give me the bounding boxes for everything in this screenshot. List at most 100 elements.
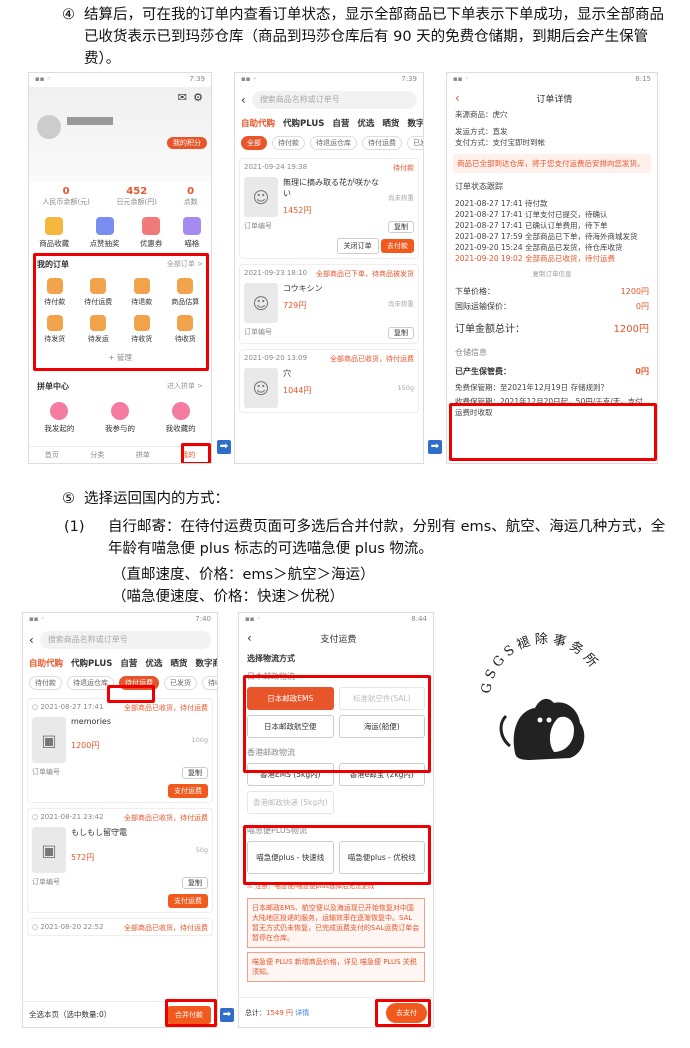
- step4-marker: ④: [62, 7, 75, 23]
- message-icon[interactable]: ✉: [178, 91, 187, 104]
- copy-button[interactable]: 复制: [388, 221, 414, 233]
- quick-cat[interactable]: 喵格: [182, 217, 201, 249]
- balance-stats: 0 人民币余额(元) 452 日元余额(円) 0 点数: [29, 182, 211, 211]
- tab-featured[interactable]: 优选: [357, 117, 374, 129]
- tab-self-purchase[interactable]: 自助代购: [241, 117, 275, 129]
- product-thumbnail[interactable]: ▣: [32, 827, 66, 873]
- status-bar: ▪▪ ◦ 7:39: [35, 75, 205, 83]
- arrow-right-icon: ➡: [217, 440, 231, 454]
- storage-title: 仓储信息: [455, 348, 487, 357]
- highlight-storage-fee: [449, 403, 657, 461]
- subtab-unpaid[interactable]: 待付款: [272, 136, 305, 150]
- copy-button[interactable]: 复制: [388, 327, 414, 339]
- tab-showcase[interactable]: 晒货: [170, 657, 187, 669]
- step5-note2: （喵急便速度、价格：快速＞优税）: [112, 589, 344, 605]
- product-thumbnail[interactable]: ☺: [244, 368, 278, 408]
- avatar[interactable]: [37, 115, 61, 139]
- highlight-merge-pay: [165, 999, 217, 1027]
- copy-order-info[interactable]: 复制订单信息: [447, 268, 657, 278]
- nav-category[interactable]: 分类: [90, 450, 104, 460]
- tab-showcase[interactable]: 晒货: [382, 117, 399, 129]
- back-icon[interactable]: ‹: [241, 93, 246, 107]
- group-favorites[interactable]: 我收藏的: [166, 402, 196, 434]
- quick-lottery[interactable]: 点赞抽奖: [90, 217, 120, 249]
- tab-featured[interactable]: 优选: [145, 657, 162, 669]
- pay-method: 支付方式：支付宝即时到帐: [455, 138, 545, 147]
- notice-box-2: 喵急便 PLUS 新增商品价格，详见 喵急便 PLUS 关税须知。: [247, 952, 425, 982]
- gsgs-logo-stamp: G S G S 褪 除 事 务 所: [470, 628, 620, 778]
- stat-points: 0 点数: [183, 186, 198, 206]
- order-card: ○ 2021-08-21 23:42 全部商品已收货，待付运费 ▣ もしもし留守電…: [27, 808, 213, 913]
- nav-group[interactable]: 拼单: [136, 450, 150, 460]
- quick-favorites[interactable]: 商品收藏: [39, 217, 69, 249]
- subtab-all[interactable]: 全部: [241, 136, 267, 150]
- search-input[interactable]: 搜索商品名称或订单号: [251, 91, 417, 109]
- tab-digital[interactable]: 数字商: [407, 117, 423, 129]
- track-item: 2021-08-27 17:41 订单支付已提交，待确认: [455, 210, 608, 219]
- track-list: 2021-08-27 17:41 待付款 2021-08-27 17:41 订单…: [447, 198, 657, 264]
- profile-header: ⚙ ✉ 我的积分: [29, 87, 211, 182]
- subtab-return[interactable]: 待退运仓库: [310, 136, 357, 150]
- pay-shipping-button[interactable]: 支付运费: [168, 894, 208, 908]
- status-bar: ▪▪ ◦ 8:44: [245, 615, 427, 623]
- arrow-right-icon: ➡: [220, 1008, 234, 1022]
- subtab-shipping-fee[interactable]: 待付运费: [362, 136, 402, 150]
- subtab-shipped[interactable]: 已发货: [407, 136, 423, 150]
- select-checkbox[interactable]: ○: [32, 813, 38, 821]
- step4-text: 结算后，可在我的订单内查看订单状态，显示全部商品已下单表示下单成功，显示全部商品…: [84, 7, 664, 67]
- detail-link[interactable]: 详情: [295, 1009, 309, 1017]
- total-row: 订单金额总计： 1200円: [455, 324, 649, 335]
- option-hk-express[interactable]: 香港邮政快递 (5kg内): [247, 791, 334, 814]
- tab-self-purchase[interactable]: 自助代购: [29, 657, 63, 669]
- status-bar: ▪▪ ◦ 7:39: [241, 75, 417, 83]
- subtab-receiving[interactable]: 待收货: [202, 676, 217, 690]
- select-checkbox[interactable]: ○: [32, 923, 38, 931]
- quick-coupons[interactable]: 优惠券: [140, 217, 162, 249]
- screen-shipping: ▪▪ ◦ 8:44 ‹ 支付运费 选择物流方式 日本邮政物流 日本邮政EMS 标准…: [238, 612, 434, 1028]
- page-title: 订单详情: [536, 94, 573, 105]
- group-started[interactable]: 我发起的: [44, 402, 74, 434]
- copy-button[interactable]: 复制: [182, 877, 208, 889]
- tab-self-run[interactable]: 自营: [120, 657, 137, 669]
- copy-button[interactable]: 复制: [182, 767, 208, 779]
- free-period: 免费保管期：至2021年12月19日 存储规则？: [455, 383, 609, 392]
- my-points-button[interactable]: 我的积分: [167, 137, 207, 149]
- tab-plus[interactable]: 代购PLUS: [71, 657, 112, 669]
- highlight-nav-me: [181, 443, 211, 463]
- tab-self-run[interactable]: 自营: [332, 117, 349, 129]
- search-input[interactable]: 搜索商品名称或订单号: [39, 631, 211, 649]
- screen-order-list: ▪▪ ◦ 7:39 ‹ 搜索商品名称或订单号 自助代购 代购PLUS 自营 优选 …: [234, 72, 424, 464]
- back-icon[interactable]: ‹: [29, 633, 34, 647]
- track-item: 2021-08-27 17:59 全部商品已下单，待海外商城发货: [455, 232, 638, 241]
- product-thumbnail[interactable]: ☺: [244, 177, 278, 217]
- nav-home[interactable]: 首页: [45, 450, 59, 460]
- pay-shipping-button[interactable]: 支付运费: [168, 784, 208, 798]
- settings-icon[interactable]: ⚙: [193, 91, 203, 104]
- step5-sub-marker: (1): [64, 519, 85, 535]
- step5-note1: （直邮速度、价格：ems＞航空＞海运）: [112, 567, 375, 583]
- tab-digital[interactable]: 数字商: [195, 657, 217, 669]
- track-item: 2021-08-27 17:41 待付款: [455, 199, 548, 208]
- close-order-button[interactable]: 关闭订单: [336, 238, 379, 254]
- warning-note: 商品已全部到达仓库，将于您支付运费后安排向您发货。: [453, 154, 651, 173]
- tab-plus[interactable]: 代购PLUS: [283, 117, 324, 129]
- screen-me: ▪▪ ◦ 7:39 ⚙ ✉ 我的积分 0 人民币余额(元) 452 日元余额(円) 0…: [28, 72, 212, 464]
- fee-row: 已产生保管费： 0円: [455, 367, 649, 376]
- highlight-go-pay: [375, 999, 431, 1027]
- subtab-unpaid[interactable]: 待付款: [29, 676, 62, 690]
- subtab-shipped[interactable]: 已发货: [164, 676, 197, 690]
- group-joined[interactable]: 我参与的: [105, 402, 135, 434]
- product-thumbnail[interactable]: ☺: [244, 283, 278, 323]
- select-all-checkbox[interactable]: 全选本页（选中数量:0）: [29, 1009, 111, 1020]
- group-header: 拼单中心 进入拼单 >: [37, 381, 203, 392]
- group-link[interactable]: 进入拼单 >: [167, 381, 203, 392]
- username-blurred: [67, 117, 113, 125]
- select-checkbox[interactable]: ○: [32, 703, 38, 711]
- step5-text: 选择运回国内的方式：: [84, 491, 229, 507]
- order-card: ○ 2021-08-20 22:52 全部商品已收货，待付运费: [27, 918, 213, 936]
- product-thumbnail[interactable]: ▣: [32, 717, 66, 763]
- search-bar: ‹ 搜索商品名称或订单号: [235, 87, 423, 113]
- intl-row: 国际运输保价： 0円: [455, 302, 649, 311]
- screen-order-detail: ▪▪ ◦ 8:15 ‹ 订单详情 来源商品：虎穴 发运方式：直发 支付方式：支付宝…: [446, 72, 658, 464]
- pay-button[interactable]: 去付款: [381, 239, 414, 253]
